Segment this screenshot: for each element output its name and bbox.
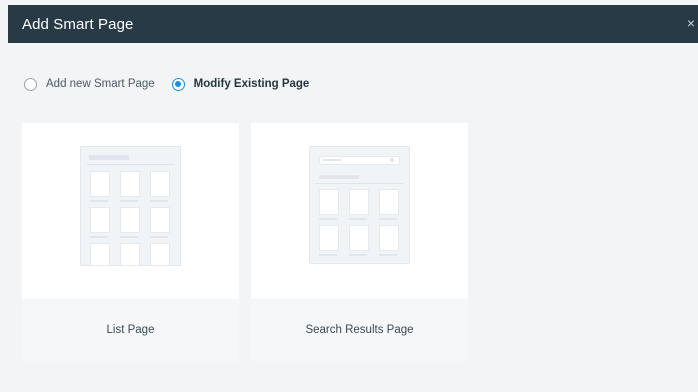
list-page-label: List Page	[106, 324, 155, 336]
close-icon[interactable]: ×	[684, 14, 698, 32]
list-page-card[interactable]: List Page	[22, 123, 239, 361]
radio-label-modify-existing: Modify Existing Page	[193, 78, 310, 90]
card-preview	[251, 123, 468, 299]
card-preview	[22, 123, 239, 299]
radio-button-checked[interactable]	[171, 77, 185, 91]
radio-button-unchecked[interactable]	[24, 77, 37, 91]
dialog-header: Add Smart Page ×	[8, 5, 698, 43]
radio-modify-existing-page[interactable]: Modify Existing Page	[171, 77, 310, 91]
search-results-page-label: Search Results Page	[305, 324, 414, 336]
list-page-wireframe-icon	[80, 146, 181, 266]
page-mode-radio-group: Add new Smart Page Modify Existing Page	[24, 74, 309, 94]
radio-add-new-smart-page[interactable]: Add new Smart Page	[24, 77, 155, 91]
search-results-wireframe-icon	[309, 146, 410, 264]
dialog-title: Add Smart Page	[22, 15, 134, 33]
radio-label-add-new: Add new Smart Page	[46, 78, 155, 90]
search-results-page-card[interactable]: Search Results Page	[251, 123, 468, 361]
